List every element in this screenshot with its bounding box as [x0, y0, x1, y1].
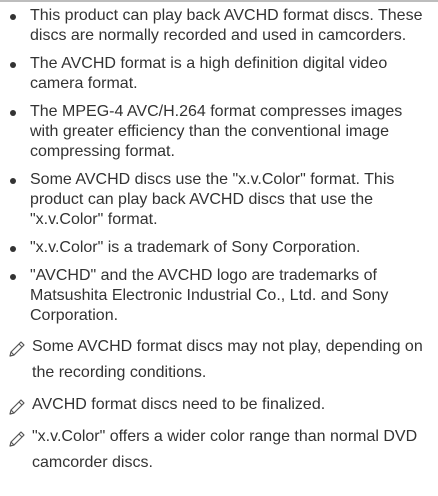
pencil-note-icon [9, 399, 25, 415]
bullet-icon [10, 62, 16, 68]
note-text: AVCHD format discs need to be finalized. [32, 396, 326, 413]
bullet-icon [10, 178, 16, 184]
note-text: Some AVCHD format discs may not play, de… [32, 338, 423, 381]
bullet-text: The AVCHD format is a high definition di… [30, 55, 388, 92]
note-item: AVCHD format discs need to be finalized. [9, 392, 428, 418]
bullet-text: Some AVCHD discs use the "x.v.Color" for… [30, 171, 395, 228]
bullet-icon [10, 14, 16, 20]
note-item: Some AVCHD format discs may not play, de… [9, 334, 428, 386]
top-divider [0, 0, 438, 2]
list-item: The AVCHD format is a high definition di… [10, 54, 428, 94]
bullet-text: "AVCHD" and the AVCHD logo are trademark… [30, 267, 389, 324]
note-text: "x.v.Color" offers a wider color range t… [32, 428, 418, 471]
bullet-icon [10, 246, 16, 252]
list-item: This product can play back AVCHD format … [10, 6, 428, 46]
bullet-text: This product can play back AVCHD format … [30, 7, 423, 44]
pencil-note-icon [9, 341, 25, 357]
list-item: "x.v.Color" is a trademark of Sony Corpo… [10, 238, 428, 258]
bullet-text: The MPEG-4 AVC/H.264 format compresses i… [30, 103, 403, 160]
bullet-list: This product can play back AVCHD format … [10, 6, 428, 326]
list-item: The MPEG-4 AVC/H.264 format compresses i… [10, 102, 428, 162]
list-item: Some AVCHD discs use the "x.v.Color" for… [10, 170, 428, 230]
pencil-note-icon [9, 431, 25, 447]
bullet-text: "x.v.Color" is a trademark of Sony Corpo… [30, 239, 361, 256]
bullet-icon [10, 110, 16, 116]
note-item: "x.v.Color" offers a wider color range t… [9, 424, 428, 476]
list-item: "AVCHD" and the AVCHD logo are trademark… [10, 266, 428, 326]
manual-content: This product can play back AVCHD format … [9, 6, 428, 482]
note-list: Some AVCHD format discs may not play, de… [9, 334, 428, 476]
bullet-icon [10, 274, 16, 280]
